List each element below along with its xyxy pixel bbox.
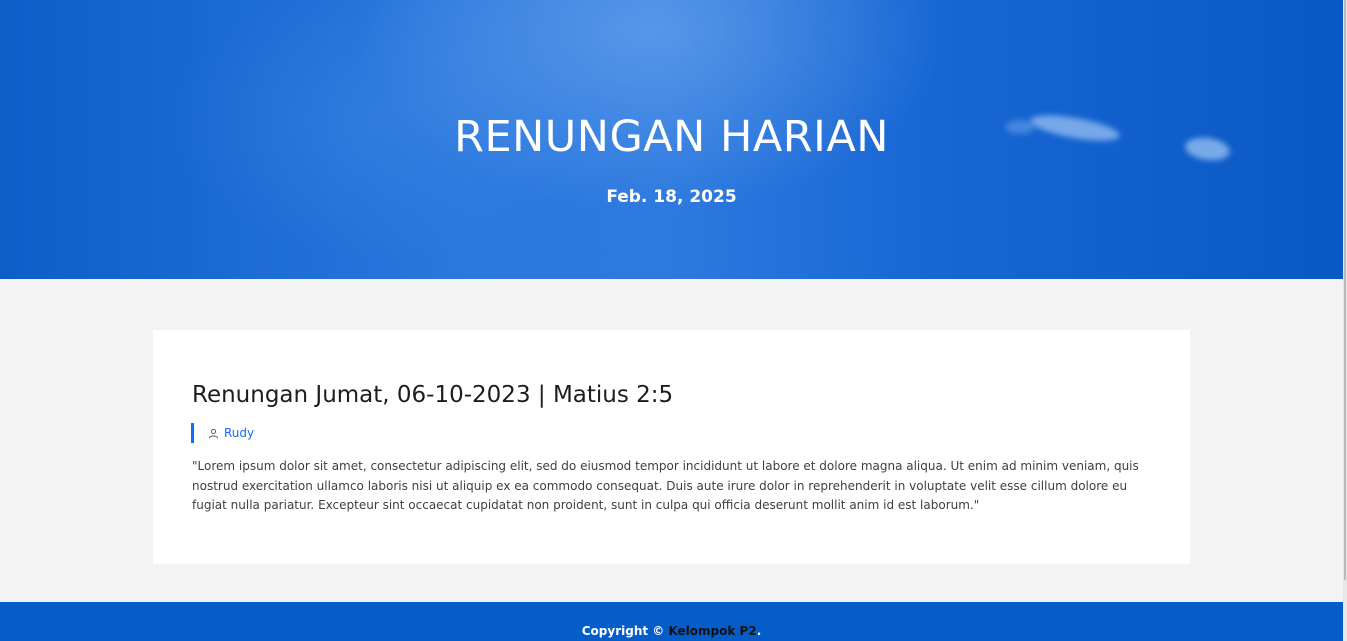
page-title: RENUNGAN HARIAN (454, 112, 889, 162)
post-card: Renungan Jumat, 06-10-2023 | Matius 2:5 … (153, 330, 1190, 564)
post-title: Renungan Jumat, 06-10-2023 | Matius 2:5 (192, 382, 674, 408)
scrollbar-thumb[interactable] (1344, 0, 1346, 580)
hero-banner: RENUNGAN HARIAN Feb. 18, 2025 (0, 0, 1343, 279)
footer-team-link[interactable]: Kelompok P2 (668, 624, 756, 638)
post-author: Rudy (191, 423, 254, 443)
copyright-text: Copyright © Kelompok P2. (0, 624, 1343, 638)
footer: Copyright © Kelompok P2. (0, 602, 1343, 641)
copyright-prefix: Copyright © (581, 624, 669, 638)
page: RENUNGAN HARIAN Feb. 18, 2025 Renungan J… (0, 0, 1343, 641)
post-body: "Lorem ipsum dolor sit amet, consectetur… (192, 459, 1139, 512)
vertical-scrollbar[interactable] (1343, 0, 1347, 641)
page-date: Feb. 18, 2025 (606, 187, 737, 207)
user-icon (208, 428, 219, 438)
author-link[interactable]: Rudy (224, 426, 254, 440)
copyright-suffix: . (756, 624, 762, 638)
